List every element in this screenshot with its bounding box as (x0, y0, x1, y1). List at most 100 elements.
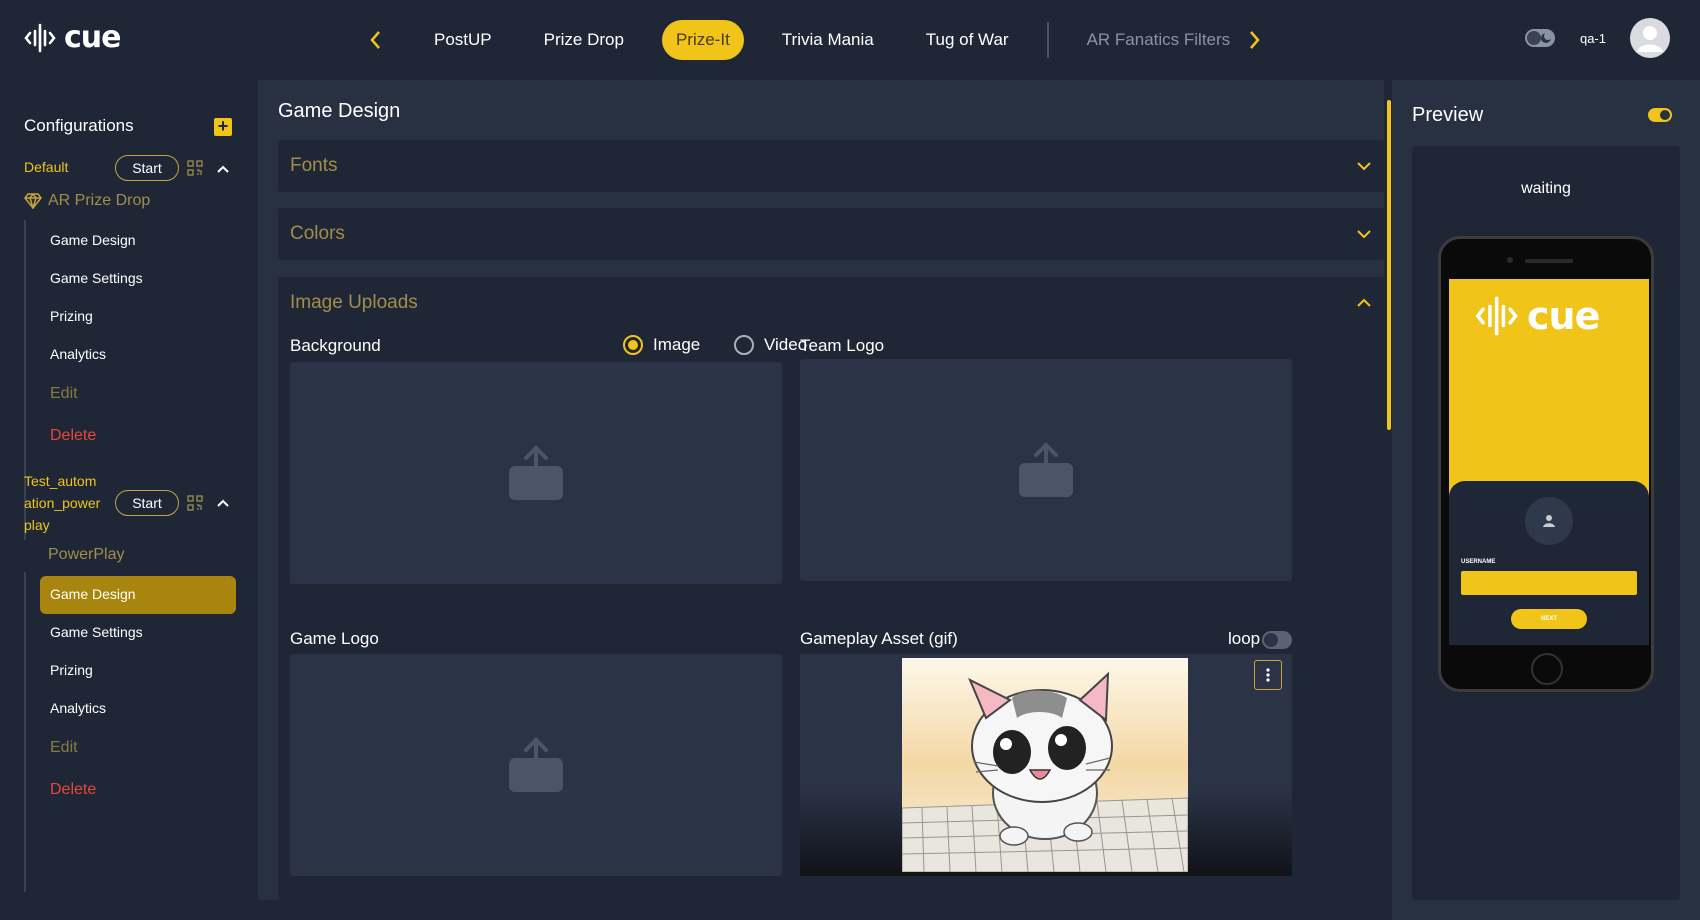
tab-trivia-mania[interactable]: Trivia Mania (768, 20, 888, 60)
loop-label: loop (1228, 629, 1261, 648)
logo-text: cue (64, 20, 121, 55)
background-upload-dropzone[interactable] (290, 362, 782, 584)
config-name-test-automation[interactable]: Test_autom ation_power play (24, 470, 100, 536)
chevron-right-icon[interactable] (1242, 26, 1266, 54)
radio-selected-indicator (623, 335, 643, 355)
upload-icon (509, 445, 563, 500)
chevron-down-icon[interactable] (1356, 161, 1372, 171)
chevron-left-icon[interactable] (364, 26, 388, 54)
user-icon (1543, 515, 1555, 527)
fonts-accordion[interactable]: Fonts (278, 140, 1384, 192)
preview-container: waiting cue USERNAME NEXT (1412, 146, 1680, 900)
page-title: Game Design (278, 100, 401, 122)
config-name-line: ation_power (24, 495, 101, 511)
menu-game-design[interactable]: Game Design (50, 232, 136, 248)
qr-code-icon[interactable] (187, 495, 203, 511)
radio-image[interactable]: Image (623, 335, 700, 355)
sidebar-title: Configurations (24, 116, 134, 135)
loop-toggle[interactable] (1262, 631, 1292, 649)
menu-prizing[interactable]: Prizing (50, 308, 93, 324)
game-logo-upload-dropzone[interactable] (290, 654, 782, 876)
tab-postup[interactable]: PostUP (420, 20, 506, 60)
upload-icon (1019, 442, 1073, 497)
phone-mockup: cue USERNAME NEXT (1438, 236, 1654, 692)
phone-username-label: USERNAME (1461, 559, 1496, 565)
configurations-sidebar: Configurations + Default Start AR Prize … (0, 80, 258, 920)
phone-next-button: NEXT (1511, 609, 1587, 629)
chevron-down-icon[interactable] (1356, 229, 1372, 239)
game-tabs: PostUP Prize Drop Prize-It Trivia Mania … (420, 20, 1268, 60)
kebab-menu-icon (1266, 668, 1270, 682)
game-type-label: AR Prize Drop (48, 192, 151, 209)
config-name-default[interactable]: Default (24, 156, 68, 178)
fonts-title: Fonts (290, 155, 338, 176)
delete-config-button[interactable]: Delete (50, 781, 96, 799)
tab-prize-it[interactable]: Prize-It (661, 20, 744, 60)
edit-config-button[interactable]: Edit (50, 739, 78, 757)
user-area: qa-1 (1524, 18, 1670, 58)
upload-icon (509, 737, 563, 792)
phone-logo: cue (1475, 293, 1600, 339)
game-logo-label: Game Logo (290, 629, 379, 648)
phone-username-input (1461, 571, 1637, 595)
menu-analytics[interactable]: Analytics (50, 700, 106, 716)
soundwave-logo-icon (24, 23, 56, 52)
preview-toggle[interactable] (1648, 108, 1672, 122)
cat-gif-image (902, 658, 1188, 872)
tab-tug-of-war[interactable]: Tug of War (912, 20, 1023, 60)
image-uploads-accordion: Image Uploads Background Image Video Tea… (278, 277, 1384, 900)
top-navigation-bar: cue PostUP Prize Drop Prize-It Trivia Ma… (0, 0, 1700, 80)
start-button-default[interactable]: Start (115, 155, 179, 181)
avatar[interactable] (1630, 18, 1670, 58)
gameplay-asset-preview[interactable] (800, 654, 1292, 876)
asset-options-button[interactable] (1254, 660, 1282, 690)
game-type-ar-prize-drop: AR Prize Drop (24, 192, 150, 210)
colors-title: Colors (290, 223, 345, 244)
menu-analytics[interactable]: Analytics (50, 346, 106, 362)
user-icon (1637, 26, 1663, 52)
config-name-line: Test_autom (24, 473, 97, 489)
background-label: Background (290, 336, 381, 355)
team-logo-label: Team Logo (800, 336, 885, 355)
phone-logo-text: cue (1527, 294, 1600, 338)
menu-game-settings[interactable]: Game Settings (50, 270, 143, 286)
phone-screen: cue USERNAME NEXT (1449, 279, 1649, 645)
phone-home-button (1531, 653, 1563, 685)
radio-video[interactable]: Video (734, 335, 807, 355)
radio-image-label: Image (653, 335, 701, 354)
chevron-up-icon[interactable] (1356, 298, 1372, 308)
diamond-icon (24, 193, 42, 209)
phone-avatar (1525, 497, 1573, 545)
phone-camera (1507, 257, 1513, 263)
gameplay-asset-label: Gameplay Asset (gif) (800, 629, 958, 648)
menu-prizing[interactable]: Prizing (50, 662, 93, 678)
game-type-powerplay: PowerPlay (48, 546, 125, 563)
game-design-panel: Game Design Fonts Colors Image Uploads B… (258, 80, 1384, 900)
theme-toggle-icon[interactable] (1524, 28, 1556, 48)
menu-game-design-active[interactable]: Game Design (50, 586, 136, 602)
team-logo-upload-dropzone[interactable] (800, 359, 1292, 581)
main-scrollbar[interactable] (1387, 100, 1391, 430)
delete-config-button[interactable]: Delete (50, 427, 96, 445)
colors-accordion[interactable]: Colors (278, 208, 1384, 260)
tab-prize-drop[interactable]: Prize Drop (530, 20, 638, 60)
menu-game-settings[interactable]: Game Settings (50, 624, 143, 640)
start-button-test-automation[interactable]: Start (115, 490, 179, 516)
soundwave-logo-icon (1475, 296, 1518, 336)
add-configuration-button[interactable]: + (214, 117, 232, 136)
edit-config-button[interactable]: Edit (50, 385, 78, 403)
user-name: qa-1 (1579, 30, 1606, 46)
cue-logo[interactable]: cue (24, 20, 121, 55)
tab-divider (1046, 22, 1049, 58)
chevron-up-icon[interactable] (216, 498, 230, 508)
preview-panel: Preview waiting cue USERNAME NEXT (1392, 80, 1700, 920)
tab-ar-fanatics-filters[interactable]: AR Fanatics Filters (1073, 20, 1245, 60)
config-name-line: play (24, 517, 50, 533)
preview-title: Preview (1412, 104, 1484, 126)
radio-unselected-indicator (734, 335, 754, 355)
image-uploads-title: Image Uploads (290, 292, 418, 313)
tree-line (24, 572, 26, 892)
chevron-up-icon[interactable] (216, 164, 230, 174)
qr-code-icon[interactable] (187, 160, 203, 176)
phone-login-card: USERNAME NEXT (1449, 481, 1649, 645)
